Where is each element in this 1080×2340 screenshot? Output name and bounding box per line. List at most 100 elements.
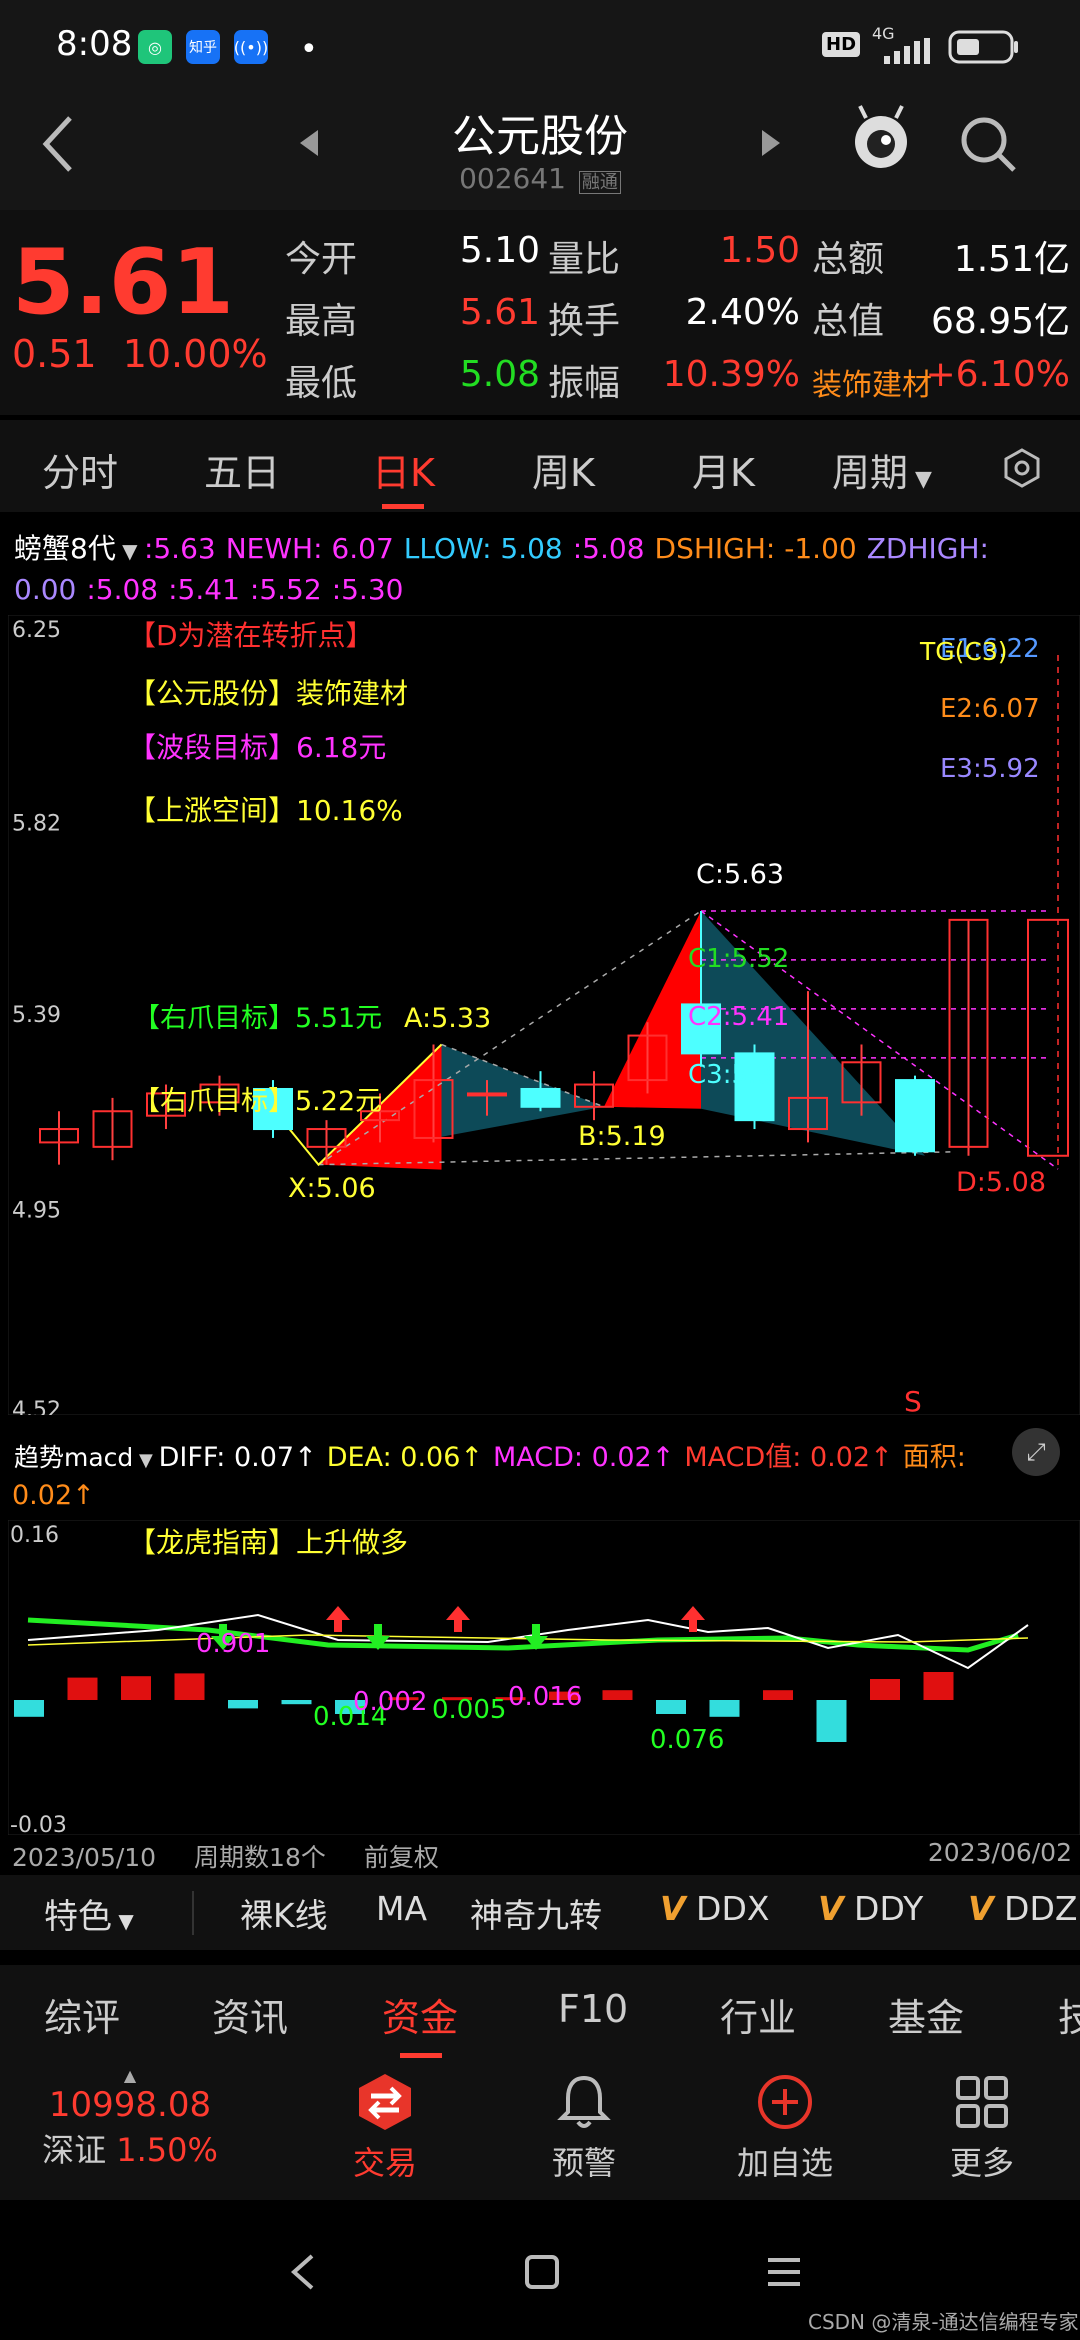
c-level-label: C1:5.52	[688, 944, 789, 974]
quote-value: 68.95亿	[930, 301, 1070, 342]
stock-name: 公元股份	[452, 111, 628, 162]
tab-period[interactable]: 周期 ▼	[832, 442, 932, 497]
y-tick-label: 6.25	[12, 618, 61, 643]
indicator-name[interactable]: 螃蟹8代	[14, 532, 116, 565]
tab-f10[interactable]: F10	[558, 1987, 628, 2031]
tab-yuek[interactable]: 月K	[692, 442, 755, 497]
feature-ddx[interactable]: V DDX	[660, 1889, 769, 1928]
tab-zixun[interactable]: 资讯	[212, 1987, 288, 2042]
macd-bottom-tick: -0.03	[10, 1813, 67, 1835]
battery-icon	[948, 30, 1020, 68]
nav-more[interactable]: 更多	[922, 2072, 1042, 2184]
point-c: C:5.63	[696, 859, 784, 890]
chart-note: 【波段目标】6.18元	[128, 731, 386, 764]
feature-jiuzhuan[interactable]: 神奇九转	[470, 1889, 602, 1937]
stock-header: 公元股份 002641 融通	[0, 90, 1080, 210]
tab-wuri[interactable]: 五日	[204, 442, 280, 497]
next-stock-icon[interactable]	[758, 128, 782, 162]
feature-ddx-label: DDX	[696, 1889, 770, 1928]
claw-target-1: 【右爪目标】5.51元	[133, 1003, 382, 1034]
macd-note: 【龙虎指南】上升做多	[128, 1526, 408, 1559]
indicator-values-2: 0.00:5.08:5.41:5.52:5.30	[14, 573, 413, 606]
watermark: CSDN @清泉-通达信编程专家	[808, 2310, 1079, 2334]
point-x: X:5.06	[288, 1173, 376, 1204]
feature-dropdown[interactable]: 特色 ▼	[44, 1889, 134, 1938]
feature-label: 特色	[44, 1897, 112, 1937]
expand-icon[interactable]: ⤢	[1012, 1428, 1060, 1476]
macd-svg[interactable]: 0.16-0.03【龙虎指南】上升做多0.9010.0140.002 0.005 0…	[7, 1519, 1080, 1838]
macd-name[interactable]: 趋势macd	[14, 1443, 133, 1472]
search-icon[interactable]	[956, 112, 1020, 180]
macd-label: 0.002	[353, 1687, 427, 1717]
sys-back-icon[interactable]	[288, 2252, 318, 2296]
tab-more-partial[interactable]: 技	[1058, 1987, 1080, 2042]
chart-frame	[7, 1519, 1080, 1836]
quote-value: 1.51亿	[953, 239, 1070, 280]
indicator-value: NEWH: 6.07	[225, 532, 394, 565]
stock-code: 002641 融通	[0, 162, 1080, 195]
tab-zhouk[interactable]: 周K	[532, 442, 595, 497]
y-tick-label: 5.39	[12, 1003, 61, 1028]
feature-ma[interactable]: MA	[376, 1889, 427, 1928]
quote-label: 最高	[285, 301, 358, 342]
caret-down-icon[interactable]: ▼	[133, 1450, 158, 1471]
nav-alert[interactable]: 预警	[524, 2072, 644, 2184]
candle-body	[895, 1079, 935, 1153]
indicator-value: MACD: 0.02↑	[493, 1442, 675, 1473]
info-tabs: 综评 资讯 资金 F10 行业 基金 技	[0, 1965, 1080, 2060]
feature-ddy[interactable]: V DDY	[818, 1889, 923, 1928]
nav-add-label: 加自选	[736, 2144, 833, 2182]
nav-add-watchlist[interactable]: 加自选	[720, 2072, 850, 2184]
index-ticker[interactable]: ▲ 10998.08 深证 1.50%	[40, 2066, 220, 2171]
indicator-value: 面积:	[902, 1442, 966, 1473]
macd-bar	[870, 1679, 900, 1700]
indicator-value: LLOW: 5.08	[403, 532, 563, 565]
e-level-label: E3:5.92	[940, 754, 1040, 784]
vip-v-icon: V	[818, 1889, 844, 1928]
tab-fenshi[interactable]: 分时	[42, 442, 118, 497]
chart-note: 【上涨空间】10.16%	[128, 794, 403, 827]
tab-zijin[interactable]: 资金	[382, 1987, 458, 2042]
mascot-icon[interactable]	[848, 102, 914, 176]
macd-label: 0.076	[650, 1725, 724, 1755]
indicator-value: :5.52	[249, 573, 322, 606]
quote-label[interactable]: 装饰建材	[812, 360, 932, 404]
zhihu-icon: 知乎	[186, 30, 220, 64]
nav-trade-label: 交易	[352, 2144, 417, 2182]
quote-value: 1.50	[719, 230, 800, 271]
tab-jijin[interactable]: 基金	[888, 1987, 964, 2042]
vip-v-icon: V	[968, 1889, 994, 1928]
settings-hex-icon[interactable]	[1000, 446, 1044, 494]
fuquan-label[interactable]: 前复权	[364, 1843, 439, 1872]
bottom-nav: ▲ 10998.08 深证 1.50% 交易 预警 加自选 更多	[0, 2060, 1080, 2200]
macd-bar	[656, 1700, 686, 1714]
caret-down-icon[interactable]: ▼	[116, 539, 144, 563]
kline-chart[interactable]: 6.25 5.82 5.39 4.95 4.52 【D为潜在转折点】 【公元股份】装饰建材【…	[7, 614, 1080, 1423]
sys-menu-icon[interactable]	[764, 2256, 804, 2292]
point-b: B:5.19	[578, 1121, 666, 1152]
macd-bar	[174, 1673, 205, 1700]
broadcast-icon: ((•))	[234, 30, 268, 64]
quote-label: 今开	[285, 239, 358, 280]
indicator-value: :5.63	[143, 532, 216, 565]
sys-home-icon[interactable]	[524, 2254, 560, 2294]
macd-bar	[763, 1690, 793, 1700]
indicator-value: 0.00	[14, 573, 77, 606]
quote-value: 10.39%	[662, 354, 800, 395]
feature-luok[interactable]: 裸K线	[240, 1889, 328, 1937]
macd-chart[interactable]: 0.16 -0.03 【龙虎指南】上升做多 0.901 0.014 0.002 0.005 0…	[7, 1519, 1080, 1838]
tab-zongping[interactable]: 综评	[44, 1987, 120, 2042]
tab-hangye[interactable]: 行业	[720, 1987, 796, 2042]
current-price: 5.61	[12, 230, 235, 335]
indicator-value: DIFF: 0.07↑	[158, 1442, 317, 1473]
quote-label: 最低	[285, 363, 358, 404]
date-end: 2023/06/02	[927, 1838, 1072, 1867]
tab-rik[interactable]: 日K	[372, 442, 435, 497]
macd-bar	[923, 1672, 954, 1700]
kline-svg[interactable]: 6.25 5.82 5.39 4.95 4.52 【D为潜在转折点】【公元股份】装饰建材【…	[7, 614, 1080, 1423]
nav-more-label: 更多	[949, 2144, 1014, 2182]
bell-icon	[557, 2075, 611, 2128]
nav-trade[interactable]: 交易	[325, 2072, 445, 2184]
indicator-row-1: 螃蟹8代 ▼ :5.63 NEWH: 6.07 LLOW: 5.08:5.08 DSH…	[14, 527, 1074, 567]
feature-ddz[interactable]: V DDZ	[968, 1889, 1077, 1928]
